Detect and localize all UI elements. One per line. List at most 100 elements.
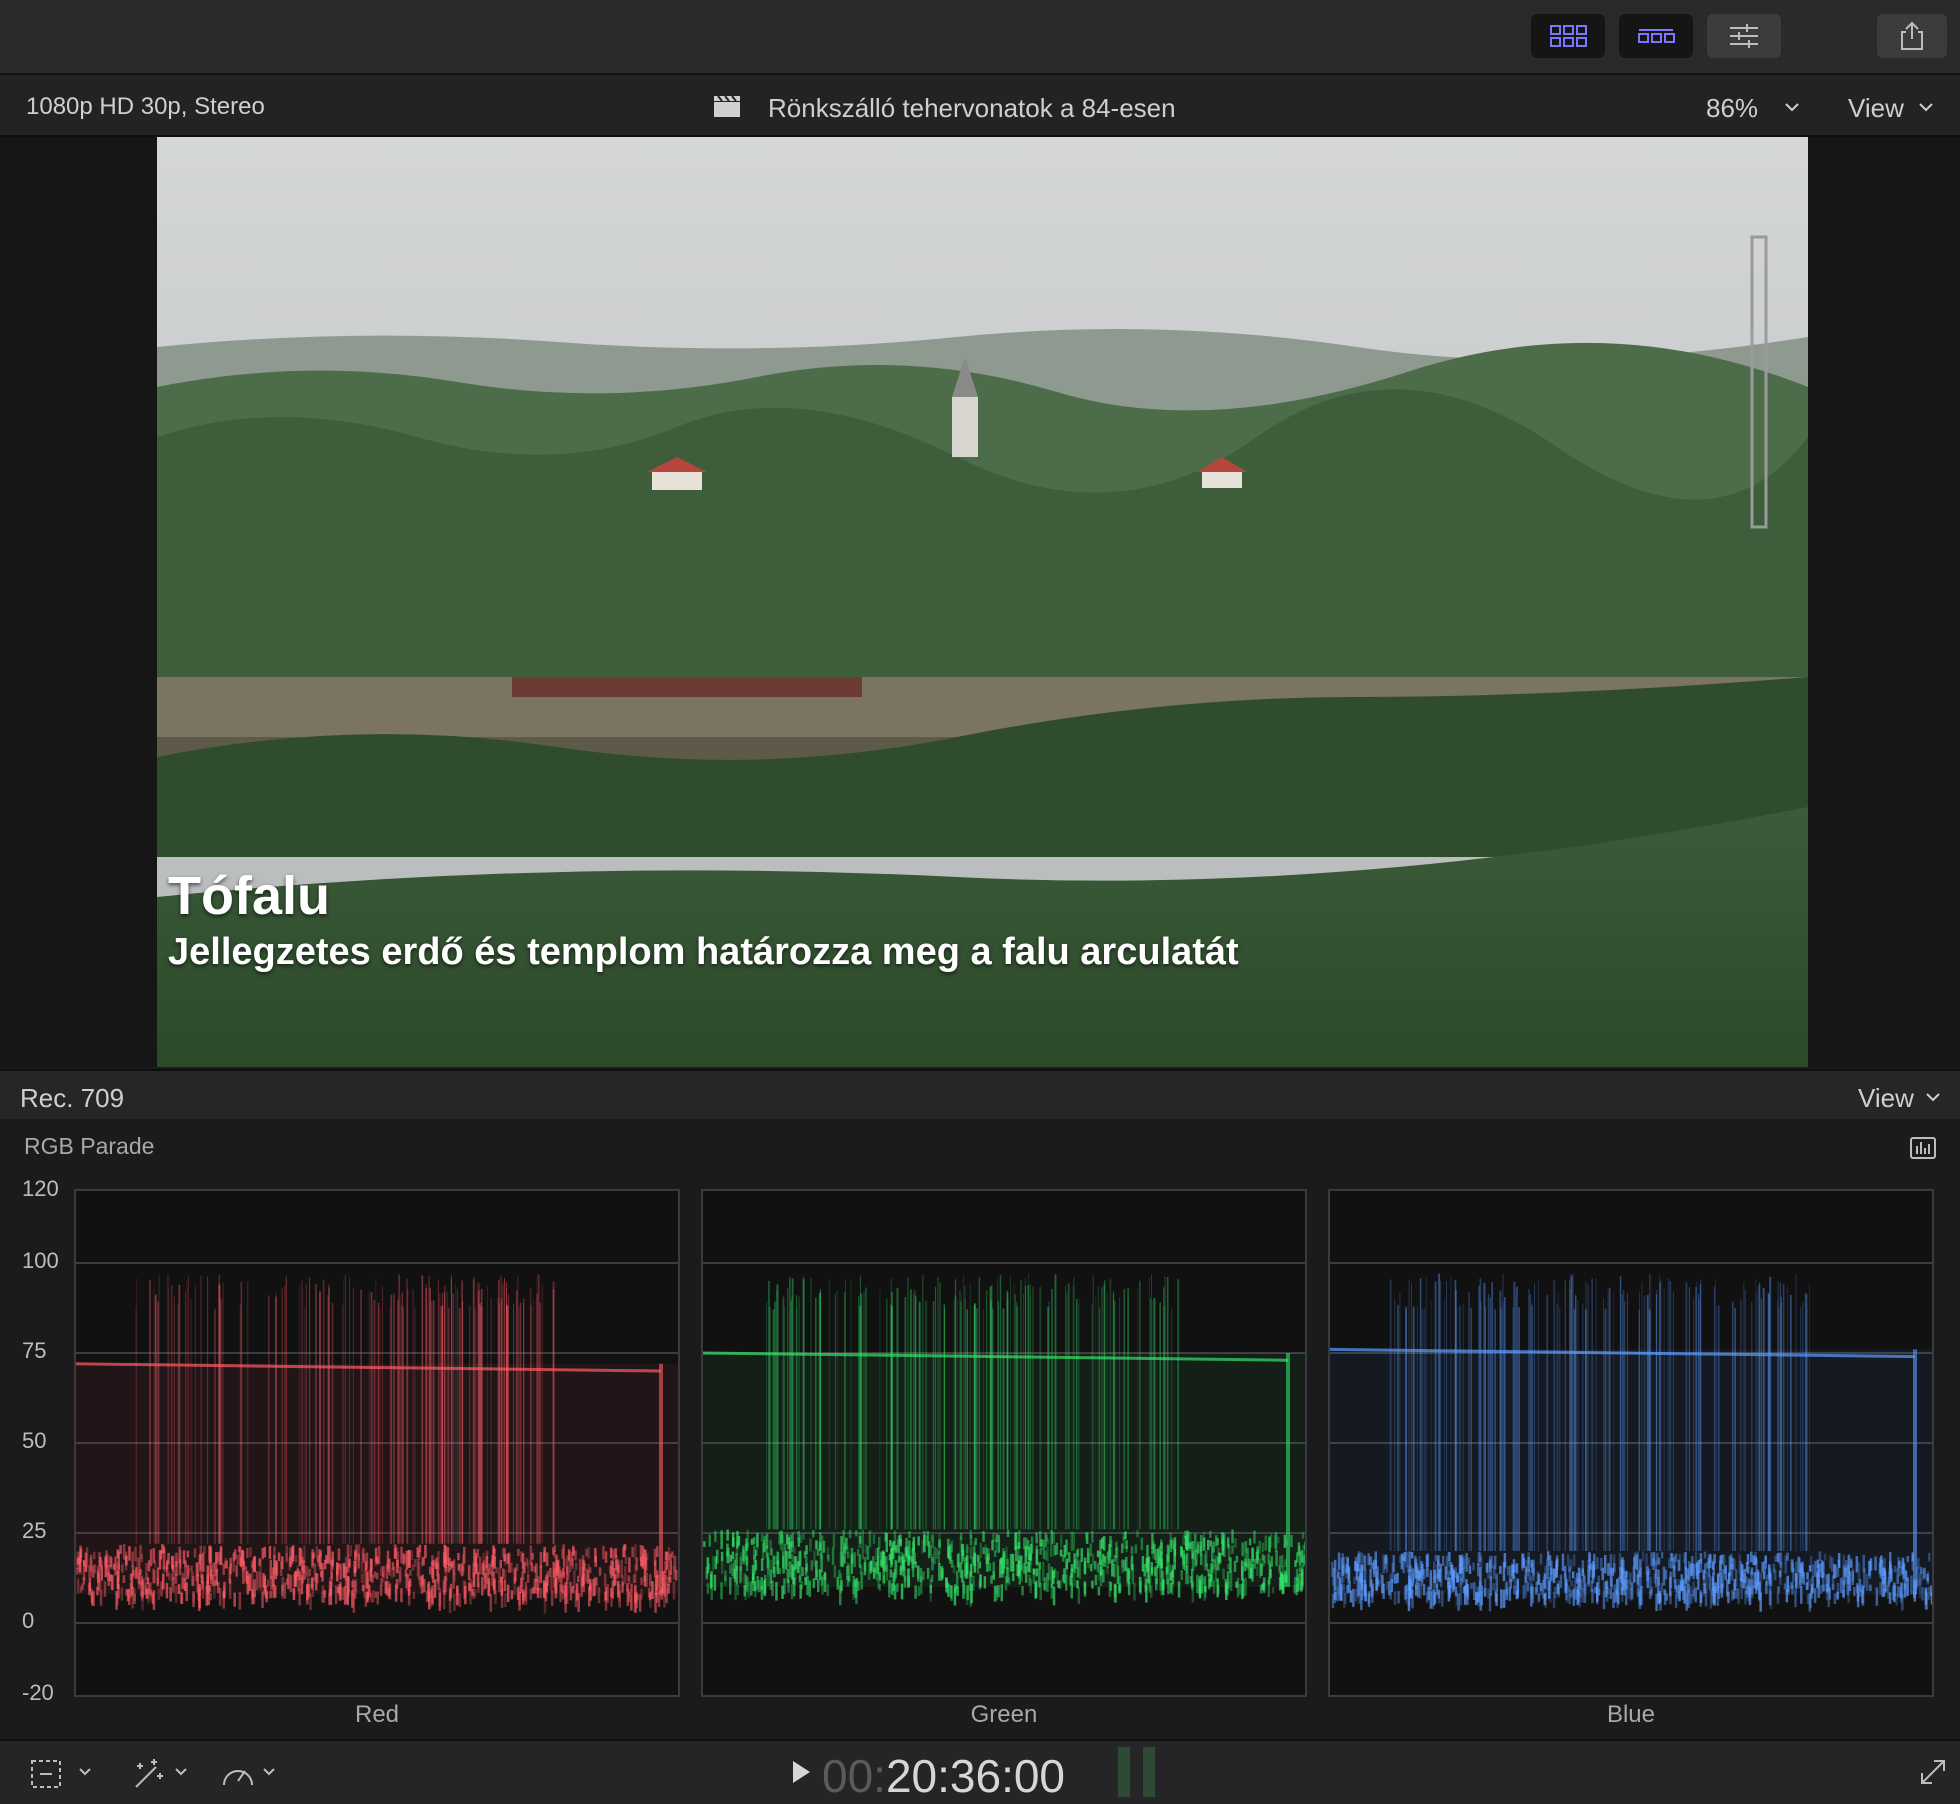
- waveform-sample: [1364, 1584, 1367, 1601]
- inspector-toggle-button[interactable]: [1707, 14, 1781, 58]
- waveform-sample: [1431, 1591, 1434, 1609]
- blue-waveform: [1330, 1191, 1932, 1695]
- waveform-sample: [1148, 1579, 1151, 1591]
- waveform-sample: [1382, 1584, 1385, 1599]
- magic-wand-icon[interactable]: [130, 1757, 166, 1791]
- waveform-sample: [610, 1548, 613, 1559]
- waveform-sample: [560, 1574, 563, 1592]
- waveform-sample: [656, 1570, 659, 1577]
- waveform-sample: [1777, 1586, 1780, 1593]
- waveform-sample: [1574, 1578, 1577, 1585]
- waveform-sample: [1814, 1588, 1817, 1603]
- waveform-sample: [551, 1590, 554, 1606]
- waveform-sample: [297, 1573, 300, 1591]
- waveform-sample: [1649, 1592, 1652, 1600]
- timeline-toggle-button[interactable]: [1619, 14, 1693, 58]
- waveform-sample: [463, 1547, 466, 1564]
- waveform-sample: [337, 1587, 340, 1593]
- zoom-level[interactable]: 86%: [1706, 93, 1758, 124]
- timecode-display[interactable]: 00:20:36:00: [822, 1749, 1065, 1803]
- waveform-sample: [1170, 1573, 1173, 1581]
- waveform-sample: [1262, 1543, 1265, 1553]
- browser-toggle-button[interactable]: [1531, 14, 1605, 58]
- waveform-sample: [627, 1575, 630, 1581]
- waveform-sample: [76, 1568, 79, 1575]
- waveform-sample: [927, 1568, 930, 1579]
- waveform-sample: [1759, 1593, 1762, 1612]
- waveform-sample: [1333, 1587, 1336, 1604]
- grid-icon: [1549, 24, 1587, 48]
- scope-view-menu[interactable]: View: [1858, 1083, 1914, 1114]
- waveform-sample: [1040, 1539, 1043, 1546]
- waveform-sample: [1638, 1592, 1641, 1606]
- waveform-sample: [634, 1586, 637, 1603]
- clip-appearance-icon[interactable]: [30, 1759, 64, 1789]
- colorspace-label: Rec. 709: [20, 1083, 124, 1114]
- waveform-sample: [767, 1575, 770, 1587]
- waveform-sample: [988, 1548, 991, 1560]
- waveform-sample: [1712, 1563, 1715, 1571]
- scope-settings-icon[interactable]: [1909, 1136, 1937, 1162]
- waveform-sample: [1131, 1546, 1134, 1554]
- waveform-sample: [859, 1532, 862, 1548]
- waveform-sample: [411, 1551, 414, 1560]
- waveform-sample: [1092, 1553, 1095, 1565]
- waveform-sample: [490, 1594, 493, 1612]
- waveform-sample: [147, 1577, 150, 1584]
- waveform-sample: [1047, 1538, 1050, 1544]
- waveform-sample: [1207, 1540, 1210, 1550]
- waveform-sample: [734, 1569, 737, 1582]
- waveform-sample: [1410, 1583, 1413, 1599]
- chevron-down-icon[interactable]: [1784, 101, 1800, 113]
- waveform-sample: [1126, 1570, 1129, 1581]
- waveform-sample: [1704, 1583, 1707, 1593]
- waveform-sample: [1298, 1546, 1301, 1553]
- chevron-down-icon[interactable]: [174, 1767, 188, 1777]
- waveform-sample: [631, 1547, 634, 1557]
- chevron-down-icon[interactable]: [1918, 101, 1934, 113]
- waveform-sample: [859, 1554, 862, 1568]
- play-icon[interactable]: [790, 1759, 812, 1785]
- fullscreen-icon[interactable]: [1918, 1757, 1948, 1787]
- waveform-sample: [1661, 1552, 1664, 1559]
- waveform-sample: [1445, 1566, 1448, 1580]
- waveform-sample: [995, 1585, 998, 1600]
- waveform-sample: [827, 1584, 830, 1596]
- waveform-sample: [1186, 1553, 1189, 1564]
- video-frame[interactable]: [157, 137, 1808, 1067]
- chevron-down-icon[interactable]: [78, 1767, 92, 1777]
- waveform-sample: [869, 1530, 872, 1547]
- waveform-sample: [908, 1531, 911, 1538]
- waveform-sample: [895, 1545, 898, 1553]
- waveform-sample: [1294, 1577, 1297, 1594]
- waveform-sample: [1728, 1573, 1731, 1582]
- waveform-sample: [1430, 1570, 1433, 1590]
- waveform-sample: [1780, 1553, 1783, 1568]
- waveform-sample: [1231, 1545, 1234, 1554]
- waveform-sample: [1216, 1538, 1219, 1545]
- waveform-sample: [855, 1530, 858, 1536]
- waveform-sample: [734, 1584, 737, 1600]
- waveform-sample: [1642, 1552, 1645, 1562]
- waveform-sample: [258, 1558, 261, 1565]
- waveform-sample: [1604, 1555, 1607, 1574]
- chevron-down-icon[interactable]: [262, 1767, 276, 1777]
- waveform-sample: [403, 1554, 406, 1565]
- chevron-down-icon[interactable]: [1925, 1091, 1941, 1103]
- waveform-sample: [572, 1586, 575, 1593]
- speedometer-icon[interactable]: [220, 1757, 256, 1791]
- waveform-sample: [602, 1546, 605, 1559]
- waveform-sample: [832, 1547, 835, 1565]
- waveform-sample: [357, 1554, 360, 1569]
- waveform-sample: [1345, 1569, 1348, 1578]
- waveform-sample: [90, 1558, 93, 1578]
- waveform-sample: [1056, 1543, 1059, 1555]
- viewer[interactable]: Tófalu Jellegzetes erdő és templom határ…: [0, 137, 1960, 1067]
- waveform-sample: [654, 1549, 657, 1566]
- waveform-sample: [1301, 1569, 1304, 1576]
- waveform-sample: [1065, 1575, 1068, 1591]
- waveform-sample: [558, 1566, 561, 1582]
- viewer-view-menu[interactable]: View: [1848, 93, 1904, 124]
- waveform-sample: [104, 1581, 107, 1597]
- share-button[interactable]: [1877, 14, 1947, 58]
